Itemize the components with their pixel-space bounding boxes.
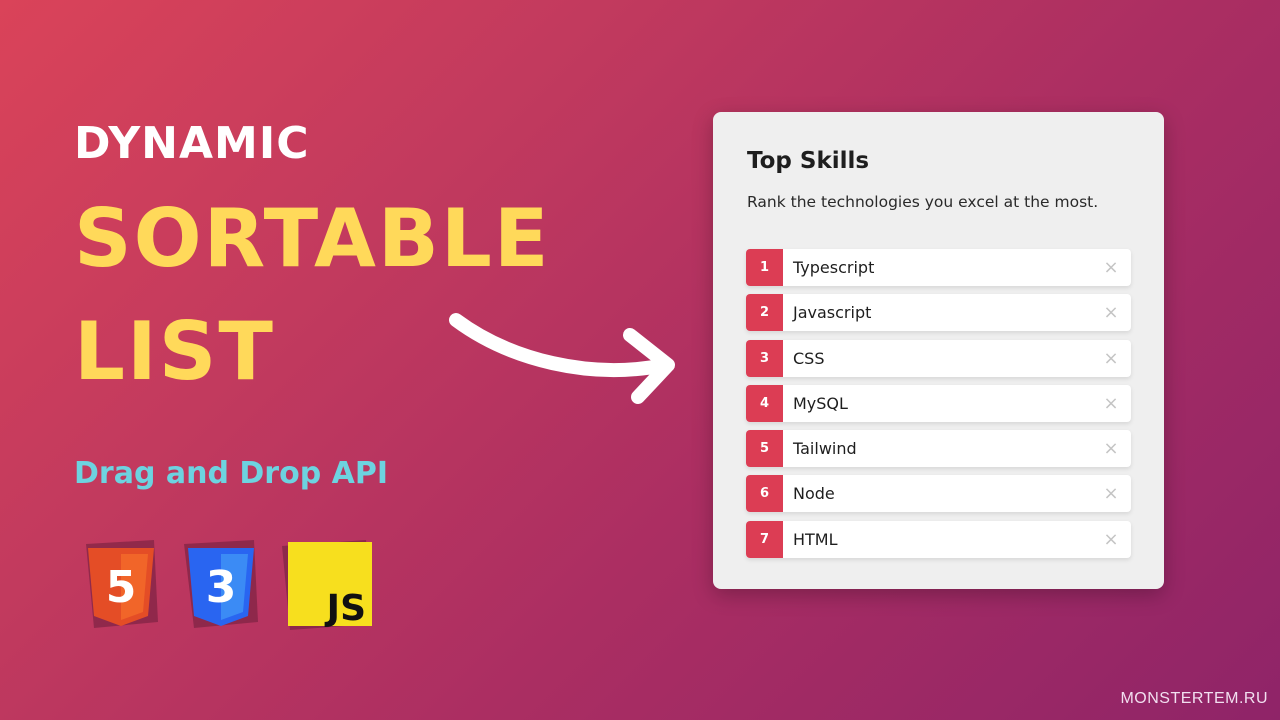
html5-glyph: 5 <box>106 562 137 613</box>
skill-list-item[interactable]: 3 CSS × <box>746 339 1131 377</box>
headline-sortable: SORTABLE <box>74 192 551 285</box>
card-subtitle: Rank the technologies you excel at the m… <box>747 193 1099 211</box>
skill-list-item[interactable]: 7 HTML × <box>746 520 1131 558</box>
remove-skill-close-icon[interactable]: × <box>1091 521 1131 558</box>
skill-rank-badge: 2 <box>746 294 783 332</box>
css3-glyph: 3 <box>206 562 237 613</box>
headline-dynamic: DYNAMIC <box>74 118 310 169</box>
skill-name: HTML <box>793 529 838 549</box>
sortable-skill-list: 1 Typescript × 2 Javascript × 3 CSS × 4 MySQL × 5 Tai… <box>746 249 1131 566</box>
skill-name: CSS <box>793 348 825 368</box>
skill-name: Javascript <box>793 303 872 323</box>
top-skills-card: Top Skills Rank the technologies you exc… <box>713 112 1164 589</box>
headline-list: LIST <box>74 305 275 398</box>
css3-logo-icon: 3 <box>184 540 258 628</box>
javascript-logo-icon: JS <box>282 540 372 630</box>
remove-skill-close-icon[interactable]: × <box>1091 430 1131 467</box>
skill-list-item[interactable]: 1 Typescript × <box>746 249 1131 286</box>
skill-name: Tailwind <box>793 439 857 459</box>
skill-name: Node <box>793 484 835 504</box>
remove-skill-close-icon[interactable]: × <box>1091 385 1131 422</box>
watermark: MONSTERTEM.RU <box>1120 690 1268 707</box>
remove-skill-close-icon[interactable]: × <box>1091 475 1131 512</box>
js-glyph: JS <box>324 588 366 629</box>
remove-skill-close-icon[interactable]: × <box>1091 249 1131 286</box>
card-title: Top Skills <box>747 148 870 174</box>
html5-logo-icon: 5 <box>86 540 158 628</box>
skill-list-item[interactable]: 6 Node × <box>746 475 1131 513</box>
skill-name: Typescript <box>793 258 875 277</box>
skill-rank-badge: 1 <box>746 249 783 286</box>
skill-rank-badge: 5 <box>746 430 783 468</box>
skill-rank-badge: 4 <box>746 384 783 422</box>
skill-list-item[interactable]: 5 Tailwind × <box>746 430 1131 468</box>
skill-list-item[interactable]: 2 Javascript × <box>746 294 1131 332</box>
remove-skill-close-icon[interactable]: × <box>1091 294 1131 331</box>
subtitle-drag-drop-api: Drag and Drop API <box>74 456 388 491</box>
skill-list-item[interactable]: 4 MySQL × <box>746 384 1131 422</box>
skill-rank-badge: 7 <box>746 520 783 558</box>
skill-name: MySQL <box>793 393 848 413</box>
skill-rank-badge: 3 <box>746 339 783 377</box>
curved-arrow-icon <box>449 313 675 404</box>
remove-skill-close-icon[interactable]: × <box>1091 340 1131 377</box>
skill-rank-badge: 6 <box>746 475 783 513</box>
